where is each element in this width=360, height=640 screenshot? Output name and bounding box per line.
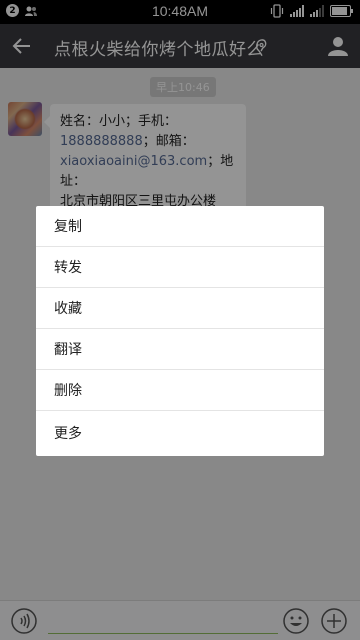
menu-item-forward[interactable]: 转发 (36, 247, 324, 288)
menu-item-copy[interactable]: 复制 (36, 206, 324, 247)
menu-item-translate[interactable]: 翻译 (36, 329, 324, 370)
menu-item-favorite[interactable]: 收藏 (36, 288, 324, 329)
menu-item-delete[interactable]: 删除 (36, 370, 324, 411)
menu-item-more[interactable]: 更多 (36, 411, 324, 455)
context-menu: 复制 转发 收藏 翻译 删除 更多 (36, 206, 324, 456)
